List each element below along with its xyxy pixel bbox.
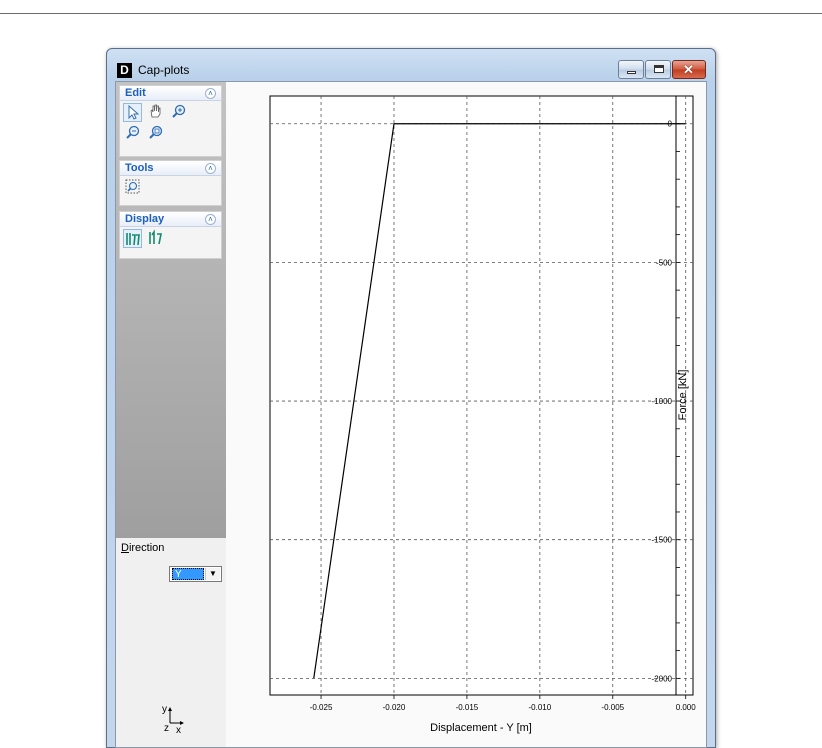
title-bar[interactable]: D Cap-plots ✕ (107, 49, 715, 81)
direction-label-mnemonic: D (121, 542, 129, 554)
zoom-extents-icon[interactable] (146, 124, 165, 143)
axis-x-label: x (176, 725, 181, 736)
direction-label-text: irection (128, 542, 165, 554)
x-tick-label: -0.020 (383, 703, 406, 712)
display-group-title: Display (125, 213, 165, 225)
tools-group-title: Tools (125, 162, 154, 174)
x-tick-label: -0.015 (456, 703, 479, 712)
app-logo-icon: D (117, 63, 132, 78)
zoom-window-icon[interactable] (123, 178, 142, 197)
direction-label: Direction (121, 542, 164, 554)
plot-area[interactable]: -0.025 -0.020 -0.015 -0.010 -0.005 0.000 0 -50… (226, 82, 706, 747)
force-displacement-chart[interactable]: -0.025 -0.020 -0.015 -0.010 -0.005 0.000 0-50… (226, 82, 706, 747)
zoom-out-icon[interactable] (123, 124, 142, 143)
display-group: Display ˄ (119, 211, 222, 259)
cap-plots-window: D Cap-plots ✕ Edit ˄ Tools ˄ Display ˄ D… (106, 48, 716, 748)
minimize-button[interactable] (618, 60, 644, 79)
left-panel: Edit ˄ Tools ˄ Display ˄ Direction Y ▼ y… (116, 82, 226, 747)
display-tool-row (120, 227, 221, 248)
y-axis-label: Force [kN] (677, 370, 689, 421)
edit-tool-row-1 (120, 101, 221, 122)
select-arrow-icon[interactable] (123, 103, 142, 122)
direction-select[interactable]: Y ▼ (169, 566, 222, 582)
display-group-header[interactable]: Display ˄ (120, 212, 221, 227)
direction-select-value: Y (172, 568, 204, 580)
pan-hand-icon[interactable] (146, 103, 165, 122)
edit-group-header[interactable]: Edit ˄ (120, 86, 221, 101)
collapse-chevron-icon[interactable]: ˄ (205, 214, 216, 225)
maximize-button[interactable] (645, 60, 671, 79)
close-icon: ✕ (683, 62, 694, 77)
edit-group-title: Edit (125, 87, 146, 99)
edit-group: Edit ˄ (119, 85, 222, 157)
window-title: Cap-plots (138, 63, 190, 77)
display-lines-icon[interactable] (146, 229, 165, 248)
display-values-icon[interactable] (123, 229, 142, 248)
x-tick-label: -0.025 (310, 703, 333, 712)
plot-frame (269, 95, 694, 696)
maximize-icon (654, 65, 664, 73)
y-tick-label: -1500 (652, 536, 673, 545)
minimize-icon (627, 71, 636, 74)
tools-group-header[interactable]: Tools ˄ (120, 161, 221, 176)
y-tick-label: -500 (656, 258, 673, 267)
y-tick-label: -2000 (652, 674, 673, 683)
y-tick-label: -1000 (652, 397, 673, 406)
x-tick-label: 0.000 (676, 703, 697, 712)
axis-y-label: y (162, 704, 167, 715)
window-client-area: Edit ˄ Tools ˄ Display ˄ Direction Y ▼ y… (115, 81, 707, 748)
top-separator-line (0, 13, 822, 14)
zoom-in-icon[interactable] (169, 103, 188, 122)
x-tick-label: -0.010 (529, 703, 552, 712)
tools-group: Tools ˄ (119, 160, 222, 206)
axes-orientation-icon: y z x (154, 697, 194, 737)
collapse-chevron-icon[interactable]: ˄ (205, 88, 216, 99)
tools-tool-row (120, 176, 221, 197)
edit-tool-row-2 (120, 122, 221, 143)
x-tick-labels: -0.025 -0.020 -0.015 -0.010 -0.005 0.000 (310, 695, 697, 712)
collapse-chevron-icon[interactable]: ˄ (205, 163, 216, 174)
axis-z-label: z (164, 723, 169, 734)
x-axis-label: Displacement - Y [m] (430, 722, 532, 734)
chevron-down-icon[interactable]: ▼ (205, 568, 220, 580)
x-tick-label: -0.005 (601, 703, 624, 712)
close-button[interactable]: ✕ (672, 60, 706, 79)
